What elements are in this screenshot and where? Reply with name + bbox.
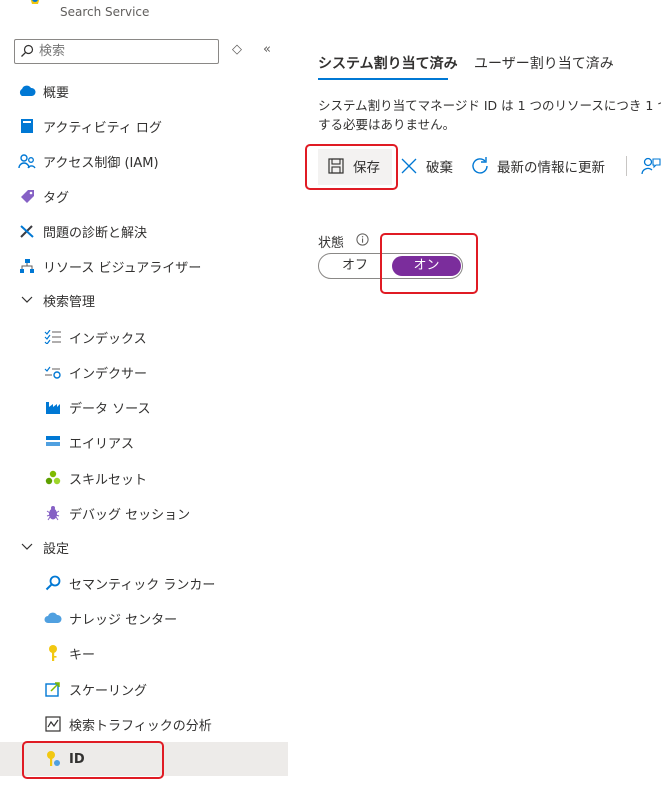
sidebar-item-diagnose[interactable]: 問題の診断と解決 xyxy=(0,214,288,248)
sidebar: ◇ « 概要 アクティビティ ログ アクセス制御 (IAM) タグ 問題の診断と… xyxy=(0,0,288,789)
sidebar-item-label: ナレッジ センター xyxy=(69,612,178,628)
identity-key-icon xyxy=(43,749,63,769)
bug-icon xyxy=(43,503,63,523)
sidebar-item-label: スケーリング xyxy=(69,683,148,699)
sidebar-group-settings[interactable]: 設定 xyxy=(0,530,288,564)
sidebar-item-identity[interactable]: ID xyxy=(0,742,288,776)
sidebar-item-skillsets[interactable]: スキルセット xyxy=(0,461,288,495)
sidebar-item-debug-sessions[interactable]: デバッグ セッション xyxy=(0,496,288,530)
sidebar-item-label: キー xyxy=(69,647,96,663)
sidebar-item-indexes[interactable]: インデックス xyxy=(0,320,288,354)
sidebar-item-label: 概要 xyxy=(43,85,70,101)
sidebar-item-keys[interactable]: キー xyxy=(0,636,288,670)
sidebar-item-label: スキルセット xyxy=(69,472,148,488)
sidebar-item-label: リソース ビジュアライザー xyxy=(43,260,202,276)
wrench-icon xyxy=(17,221,37,241)
description-text: システム割り当てマネージド ID は 1 つのリソースにつき 1 つに する必要… xyxy=(318,96,661,134)
sidebar-item-label: アクセス制御 (IAM) xyxy=(43,155,159,171)
collapse-sidebar-icon[interactable]: « xyxy=(263,42,271,57)
sidebar-search-box[interactable] xyxy=(14,39,219,64)
key-icon xyxy=(43,643,63,663)
save-button[interactable]: 保存 xyxy=(326,148,380,184)
close-icon xyxy=(399,156,419,176)
sidebar-group-label: 検索管理 xyxy=(43,294,96,310)
status-label: 状態 xyxy=(318,236,345,251)
sidebar-item-scaling[interactable]: スケーリング xyxy=(0,672,288,706)
sidebar-item-label: インデクサー xyxy=(69,366,148,382)
sidebar-item-label: 検索トラフィックの分析 xyxy=(69,718,212,734)
description-line-1: システム割り当てマネージド ID は 1 つのリソースにつき 1 つに xyxy=(318,98,661,113)
tag-icon xyxy=(17,186,37,206)
command-bar: 保存 破棄 最新の情報に更新 xyxy=(304,148,661,184)
cloud-icon xyxy=(43,608,63,628)
sidebar-item-label: データ ソース xyxy=(69,401,151,417)
index-icon xyxy=(43,327,63,347)
cloud-search-icon xyxy=(17,81,37,101)
indexer-icon xyxy=(43,362,63,382)
discard-button[interactable]: 破棄 xyxy=(399,148,453,184)
sidebar-item-label: ID xyxy=(69,751,85,767)
sidebar-item-label: エイリアス xyxy=(69,436,135,452)
status-on-option[interactable]: オン xyxy=(392,256,461,276)
sidebar-item-label: デバッグ セッション xyxy=(69,507,191,523)
save-label: 保存 xyxy=(353,160,380,176)
people-icon xyxy=(17,151,37,171)
sidebar-item-search-traffic-analytics[interactable]: 検索トラフィックの分析 xyxy=(0,707,288,741)
alias-icon xyxy=(43,432,63,452)
tab-system-assigned[interactable]: システム割り当て済み xyxy=(318,53,458,73)
chevron-down-icon xyxy=(17,290,37,310)
status-toggle[interactable]: オフ オン xyxy=(318,253,463,279)
skillset-icon xyxy=(43,468,63,488)
feedback-button[interactable] xyxy=(641,148,661,184)
sidebar-search-input[interactable] xyxy=(39,42,214,61)
status-off-option[interactable]: オフ xyxy=(319,254,391,278)
scale-icon xyxy=(43,679,63,699)
search-icon xyxy=(43,573,63,593)
sidebar-item-label: タグ xyxy=(43,190,70,206)
chevron-down-icon xyxy=(17,537,37,557)
datasource-icon xyxy=(43,397,63,417)
sidebar-item-aliases[interactable]: エイリアス xyxy=(0,425,288,459)
discard-label: 破棄 xyxy=(426,160,453,176)
sidebar-item-data-sources[interactable]: データ ソース xyxy=(0,390,288,424)
feedback-person-icon xyxy=(641,156,661,176)
sidebar-item-activity-log[interactable]: アクティビティ ログ xyxy=(0,109,288,143)
sort-toggle-icon[interactable]: ◇ xyxy=(232,42,242,57)
chart-icon xyxy=(43,714,63,734)
active-tab-indicator xyxy=(318,78,448,80)
activity-log-icon xyxy=(17,116,37,136)
sidebar-item-resource-visualizer[interactable]: リソース ビジュアライザー xyxy=(0,249,288,283)
sidebar-item-indexers[interactable]: インデクサー xyxy=(0,355,288,389)
sidebar-group-search-management[interactable]: 検索管理 xyxy=(0,283,288,317)
hierarchy-icon xyxy=(17,256,37,276)
tab-user-assigned[interactable]: ユーザー割り当て済み xyxy=(474,53,614,73)
description-line-2: する必要はありません。 xyxy=(318,117,456,132)
info-icon[interactable] xyxy=(356,233,369,246)
search-icon xyxy=(21,44,34,57)
sidebar-item-label: インデックス xyxy=(69,331,147,347)
refresh-button[interactable]: 最新の情報に更新 xyxy=(470,148,605,184)
refresh-icon xyxy=(470,156,490,176)
toolbar-separator xyxy=(626,156,627,176)
sidebar-item-label: セマンティック ランカー xyxy=(69,577,216,593)
refresh-label: 最新の情報に更新 xyxy=(497,160,605,176)
sidebar-item-label: 問題の診断と解決 xyxy=(43,225,148,241)
sidebar-item-overview[interactable]: 概要 xyxy=(0,74,288,108)
sidebar-item-knowledge-center[interactable]: ナレッジ センター xyxy=(0,601,288,635)
sidebar-item-tags[interactable]: タグ xyxy=(0,179,288,213)
sidebar-item-semantic-ranker[interactable]: セマンティック ランカー xyxy=(0,566,288,600)
sidebar-item-iam[interactable]: アクセス制御 (IAM) xyxy=(0,144,288,178)
save-icon xyxy=(326,156,346,176)
sidebar-item-label: アクティビティ ログ xyxy=(43,120,162,136)
sidebar-group-label: 設定 xyxy=(43,541,70,557)
